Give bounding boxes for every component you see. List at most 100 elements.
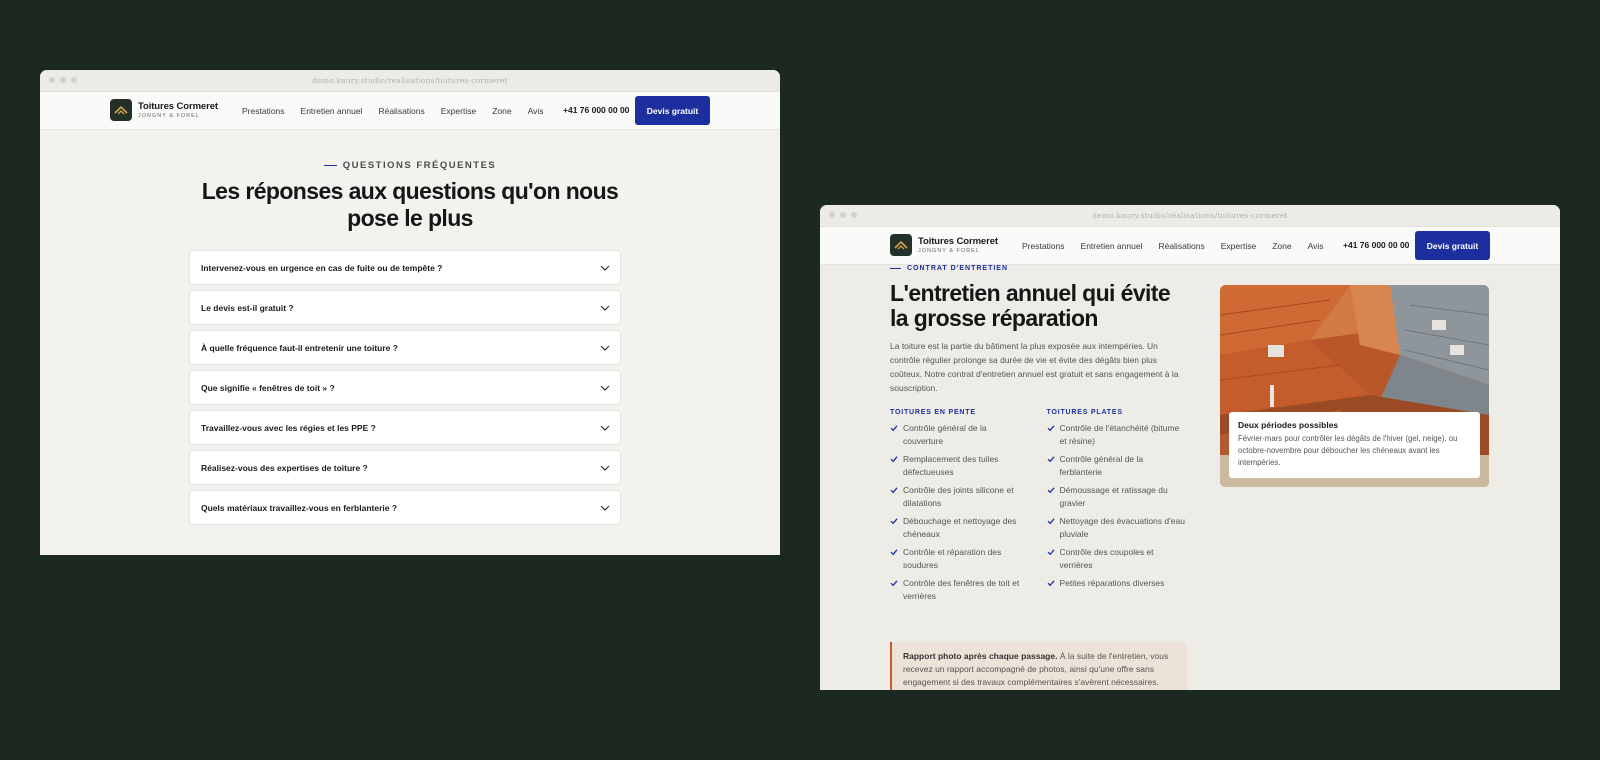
faq-item[interactable]: Intervenez-vous en urgence en cas de fui…: [189, 250, 621, 285]
list-item-text: Démoussage et ratissage du gravier: [1059, 485, 1168, 508]
info-card: Deux périodes possibles Février-mars pou…: [1229, 412, 1480, 478]
check-icon: [1047, 580, 1054, 587]
chevron-down-icon: [600, 305, 610, 311]
faq-item[interactable]: Que signifie « fenêtres de toit » ?: [189, 370, 621, 405]
chevron-down-icon: [600, 505, 610, 511]
check-icon: [1047, 518, 1054, 525]
info-card-text: Février-mars pour contrôler les dégâts d…: [1238, 434, 1458, 467]
roof-photo: Deux périodes possibles Février-mars pou…: [1220, 285, 1489, 487]
info-card-title: Deux périodes possibles: [1238, 420, 1339, 430]
nav-item-zone[interactable]: Zone: [1272, 241, 1291, 251]
check-icon: [890, 518, 898, 525]
brand-name: Toitures Cormeret: [138, 101, 218, 112]
chevron-down-icon: [600, 385, 610, 391]
entretien-description: La toiture est la partie du bâtiment la …: [890, 341, 1179, 393]
browser-chrome: demo.kaury.studio/realisations/toitures-…: [40, 70, 780, 92]
nav-item-avis[interactable]: Avis: [1308, 241, 1324, 251]
chevron-down-icon: [600, 465, 610, 471]
list-item: Contrôle et réparation des soudures: [890, 546, 1029, 572]
chevron-down-icon: [600, 345, 610, 351]
check-icon: [890, 580, 898, 587]
faq-item[interactable]: Le devis est-il gratuit ?: [189, 290, 621, 325]
list-item-text: Contrôle et réparation des soudures: [903, 547, 1002, 570]
check-icon: [1047, 487, 1054, 494]
list-item-text: Contrôle de l'étanchéité (bitume et rési…: [1059, 423, 1180, 446]
photo-report-note: Rapport photo après chaque passage. À la…: [890, 642, 1187, 690]
phone-link[interactable]: +41 76 000 00 00: [563, 105, 629, 115]
faq-item[interactable]: Réalisez-vous des expertises de toiture …: [189, 450, 621, 485]
note-title: Rapport photo après chaque passage.: [903, 651, 1058, 661]
check-icon: [1047, 549, 1054, 556]
check-icon: [890, 549, 898, 556]
list-item: Remplacement des tuiles défectueuses: [890, 453, 1029, 479]
list-item: Petites réparations diverses: [1047, 577, 1186, 590]
check-icon: [1047, 456, 1054, 463]
entretien-content: CONTRAT D'ENTRETIEN L'entretien annuel q…: [890, 265, 1185, 608]
nav-item-expertise[interactable]: Expertise: [1221, 241, 1256, 251]
address-bar[interactable]: demo.kaury.studio/realisations/toitures-…: [40, 76, 780, 85]
list-item-text: Contrôle général de la couverture: [903, 423, 987, 446]
nav-item-entretien[interactable]: Entretien annuel: [1081, 241, 1143, 251]
list-item: Contrôle de l'étanchéité (bitume et rési…: [1047, 422, 1186, 448]
main-nav: Prestations Entretien annuel Réalisation…: [242, 92, 543, 130]
site-logo[interactable]: Toitures Cormeret JONGNY & FOREL: [890, 234, 998, 256]
eyebrow-line: [890, 267, 901, 270]
list-item-text: Petites réparations diverses: [1059, 578, 1165, 588]
site-header: Toitures Cormeret JONGNY & FOREL Prestat…: [40, 92, 780, 130]
list-item: Contrôle des fenêtres de toit et verrièr…: [890, 577, 1029, 603]
site-logo[interactable]: Toitures Cormeret JONGNY & FOREL: [110, 99, 218, 121]
nav-item-avis[interactable]: Avis: [528, 106, 544, 116]
nav-item-realisations[interactable]: Réalisations: [1158, 241, 1204, 251]
column-heading: TOITURES PLATES: [1046, 409, 1123, 416]
list-item: Démoussage et ratissage du gravier: [1047, 484, 1186, 510]
main-nav: Prestations Entretien annuel Réalisation…: [1022, 227, 1323, 265]
nav-item-realisations[interactable]: Réalisations: [378, 106, 424, 116]
chevron-down-icon: [600, 265, 610, 271]
nav-item-prestations[interactable]: Prestations: [1022, 241, 1065, 251]
list-item: Débouchage et nettoyage des chéneaux: [890, 515, 1029, 541]
brand-name: Toitures Cormeret: [918, 236, 998, 247]
faq-question: Le devis est-il gratuit ?: [201, 302, 294, 313]
list-item-text: Remplacement des tuiles défectueuses: [903, 454, 999, 477]
brand-subtitle: JONGNY & FOREL: [138, 113, 200, 119]
faq-title: Les réponses aux questions qu'on nous po…: [201, 178, 619, 231]
quote-button[interactable]: Devis gratuit: [1415, 231, 1490, 260]
check-icon: [890, 456, 898, 463]
list-item-text: Contrôle des coupoles et verrières: [1059, 547, 1154, 570]
list-item: Contrôle général de la couverture: [890, 422, 1029, 448]
list-item-text: Contrôle général de la ferblanterie: [1059, 454, 1144, 477]
list-item-text: Contrôle des joints silicone et dilatati…: [903, 485, 1014, 508]
quote-button[interactable]: Devis gratuit: [635, 96, 710, 125]
roof-logo-icon: [110, 99, 132, 121]
nav-item-zone[interactable]: Zone: [492, 106, 511, 116]
faq-item[interactable]: À quelle fréquence faut-il entretenir un…: [189, 330, 621, 365]
address-bar[interactable]: demo.kaury.studio/réalisations/toitures-…: [820, 211, 1560, 220]
list-item: Contrôle des joints silicone et dilatati…: [890, 484, 1029, 510]
roof-logo-icon: [890, 234, 912, 256]
faq-question: À quelle fréquence faut-il entretenir un…: [201, 342, 398, 353]
list-item: Contrôle des coupoles et verrières: [1047, 546, 1186, 572]
check-icon: [890, 425, 898, 432]
column-heading: TOITURES EN PENTE: [890, 409, 976, 416]
column-plates: TOITURES PLATES Contrôle de l'étanchéité…: [1047, 409, 1186, 608]
entretien-eyebrow: CONTRAT D'ENTRETIEN: [890, 265, 1185, 272]
list-item-text: Contrôle des fenêtres de toit et verrièr…: [903, 578, 1020, 601]
nav-item-entretien[interactable]: Entretien annuel: [301, 106, 363, 116]
list-item-text: Débouchage et nettoyage des chéneaux: [903, 516, 1017, 539]
faq-item[interactable]: Quels matériaux travaillez-vous en ferbl…: [189, 490, 621, 525]
faq-question: Réalisez-vous des expertises de toiture …: [201, 462, 368, 473]
nav-item-prestations[interactable]: Prestations: [242, 106, 285, 116]
faq-item[interactable]: Travaillez-vous avec les régies et les P…: [189, 410, 621, 445]
faq-question: Travaillez-vous avec les régies et les P…: [201, 422, 376, 433]
browser-window-faq: demo.kaury.studio/realisations/toitures-…: [40, 70, 780, 555]
phone-link[interactable]: +41 76 000 00 00: [1343, 240, 1409, 250]
column-pente: TOITURES EN PENTE Contrôle général de la…: [890, 409, 1029, 608]
check-icon: [1047, 425, 1054, 432]
entretien-title: L'entretien annuel qui évite la grosse r…: [890, 280, 1171, 331]
browser-chrome: demo.kaury.studio/réalisations/toitures-…: [820, 205, 1560, 227]
faq-eyebrow-text: QUESTIONS FRÉQUENTES: [342, 160, 497, 171]
brand-subtitle: JONGNY & FOREL: [918, 248, 980, 254]
nav-item-expertise[interactable]: Expertise: [441, 106, 476, 116]
list-item: Contrôle général de la ferblanterie: [1047, 453, 1186, 479]
list-item: Nettoyage des évacuations d'eau pluviale: [1047, 515, 1186, 541]
